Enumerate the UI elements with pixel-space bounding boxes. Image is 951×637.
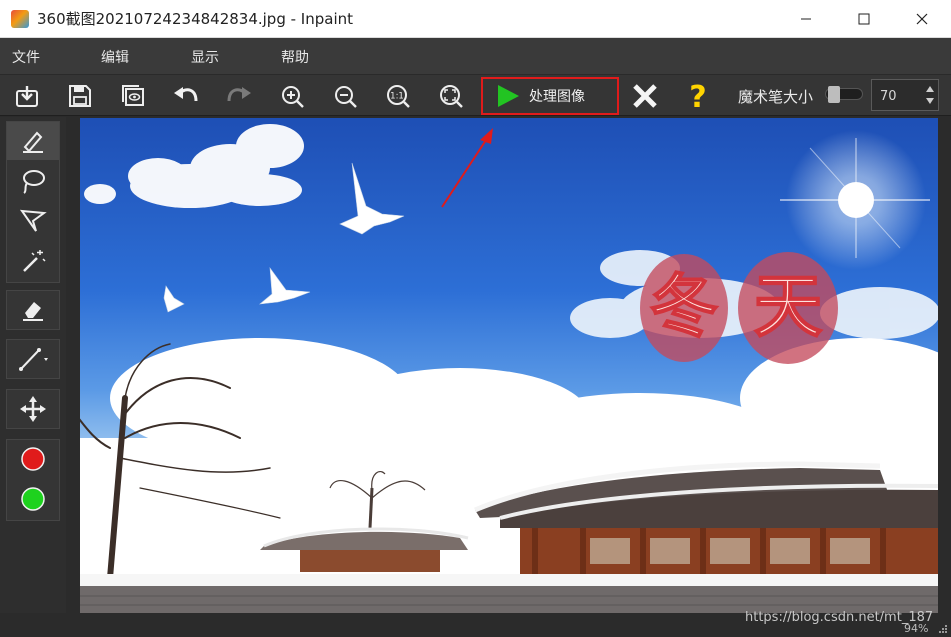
resize-grip-icon[interactable] (938, 624, 948, 634)
zoom-level: 94% (904, 622, 929, 635)
annotation-arrow (441, 128, 493, 208)
